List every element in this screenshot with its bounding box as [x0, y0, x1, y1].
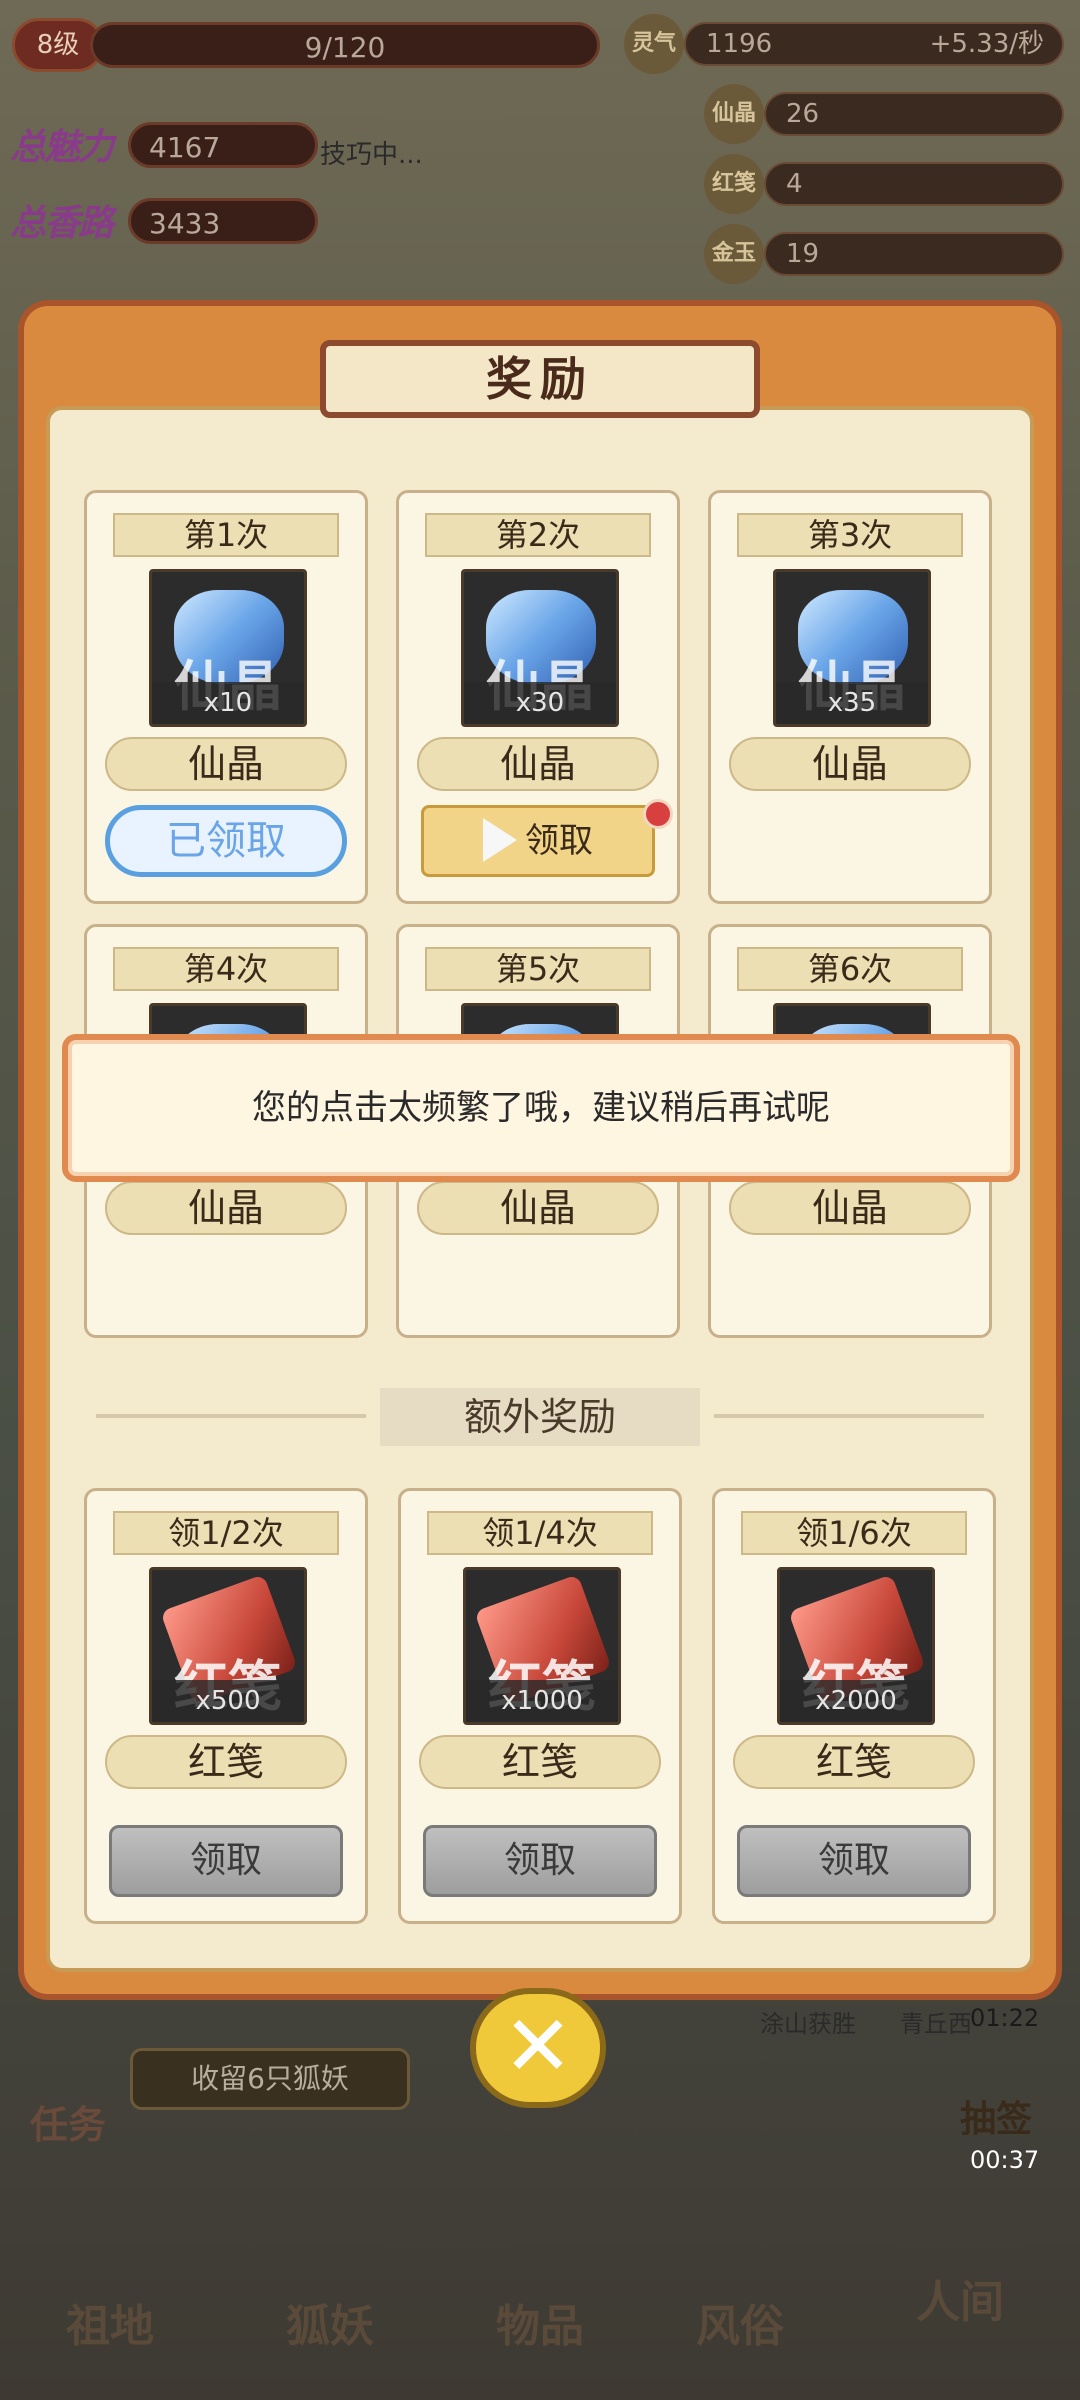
extra-claim-button[interactable]: 领取: [737, 1825, 971, 1897]
divider: [96, 1414, 366, 1418]
modal-title: 奖励: [486, 352, 594, 406]
item-name: 仙晶: [729, 1181, 971, 1235]
close-button[interactable]: ✕: [470, 1988, 606, 2108]
item-qty: x30: [464, 682, 616, 724]
xianjing-icon: 仙晶: [704, 84, 764, 144]
play-icon: [483, 817, 517, 862]
red-paper-icon: 红笺 x500: [149, 1567, 307, 1725]
extra-card-2: 领1/4次 红笺 x1000 红笺 领取: [398, 1488, 682, 1924]
reward-card-1: 第1次 仙晶 x10 仙晶 已领取: [84, 490, 368, 904]
item-name: 红笺: [733, 1735, 975, 1789]
card-header: 第1次: [113, 513, 339, 557]
card-header: 领1/4次: [427, 1511, 653, 1555]
claimed-button: 已领取: [105, 805, 347, 877]
bottom-nav: 祖地 狐妖 物品 风俗 人间: [0, 2230, 1080, 2400]
power-value: 3433: [128, 198, 318, 244]
lingqi-icon: 灵气: [624, 14, 684, 74]
red-paper-icon: 红笺 x2000: [777, 1567, 935, 1725]
nav-huyao[interactable]: 狐妖: [230, 2290, 430, 2354]
close-icon: ✕: [502, 1997, 574, 2095]
gem-icon: 仙晶 x10: [149, 569, 307, 727]
nav-zudi[interactable]: 祖地: [10, 2290, 210, 2354]
extra-claim-button[interactable]: 领取: [423, 1825, 657, 1897]
hongjian-value: 4: [764, 162, 1064, 206]
xianjing-value: 26: [764, 92, 1064, 136]
card-header: 第6次: [737, 947, 963, 991]
item-qty: x10: [152, 682, 304, 724]
timer-1: 01:22: [970, 2004, 1040, 2032]
item-name: 仙晶: [729, 737, 971, 791]
tag-1: 涂山获胜: [760, 2010, 856, 2038]
item-name: 仙晶: [105, 737, 347, 791]
jinyu-value: 19: [764, 232, 1064, 276]
card-header: 领1/6次: [741, 1511, 967, 1555]
hongjian-icon: 红笺: [704, 154, 764, 214]
resource-jinyu: 金玉 19: [704, 224, 1064, 284]
resource-hongjian: 红笺 4: [704, 154, 1064, 214]
timer-2: 00:37: [970, 2146, 1040, 2174]
item-name: 仙晶: [105, 1181, 347, 1235]
nav-fengsu[interactable]: 风俗: [640, 2290, 840, 2354]
extra-claim-button[interactable]: 领取: [109, 1825, 343, 1897]
gem-icon: 仙晶 x30: [461, 569, 619, 727]
charm-value: 4167: [128, 122, 318, 168]
red-paper-icon: 红笺 x1000: [463, 1567, 621, 1725]
lingqi-rate: +5.33/秒: [929, 29, 1044, 59]
nav-renjian[interactable]: 人间: [860, 2266, 1060, 2330]
claim-button[interactable]: 领取: [421, 805, 655, 877]
lingqi-value: 1196: [706, 29, 773, 59]
item-qty: x35: [776, 682, 928, 724]
reward-card-3: 第3次 仙晶 x35 仙晶: [708, 490, 992, 904]
notification-dot: [643, 799, 673, 829]
extra-reward-title: 额外奖励: [380, 1388, 700, 1446]
item-qty: x2000: [780, 1680, 932, 1722]
resource-lingqi: 灵气 1196 +5.33/秒: [624, 14, 1064, 74]
extra-card-1: 领1/2次 红笺 x500 红笺 领取: [84, 1488, 368, 1924]
task-icon-label[interactable]: 任务: [30, 2094, 106, 2149]
item-qty: x1000: [466, 1680, 618, 1722]
gem-icon: 仙晶 x35: [773, 569, 931, 727]
extra-card-3: 领1/6次 红笺 x2000 红笺 领取: [712, 1488, 996, 1924]
card-header: 领1/2次: [113, 1511, 339, 1555]
reward-card-2: 第2次 仙晶 x30 仙晶 领取: [396, 490, 680, 904]
charm-label: 总魅力: [10, 127, 114, 168]
modal-title-plate: 奖励: [320, 340, 760, 418]
item-name: 红笺: [419, 1735, 661, 1789]
jinyu-icon: 金玉: [704, 224, 764, 284]
power-label: 总香路: [10, 203, 114, 244]
resource-xianjing: 仙晶 26: [704, 84, 1064, 144]
tag-2: 青丘西: [900, 2010, 972, 2038]
nav-wupin[interactable]: 物品: [440, 2290, 640, 2354]
charm-status: 技巧中...: [320, 140, 423, 170]
xp-bar: 9/120: [90, 22, 600, 68]
divider: [714, 1414, 984, 1418]
toast-message: 您的点击太频繁了哦，建议稍后再试呢: [62, 1034, 1020, 1182]
card-header: 第3次: [737, 513, 963, 557]
item-name: 仙晶: [417, 737, 659, 791]
card-header: 第4次: [113, 947, 339, 991]
lottery-label[interactable]: 抽签: [960, 2090, 1032, 2142]
item-name: 红笺: [105, 1735, 347, 1789]
item-qty: x500: [152, 1680, 304, 1722]
card-header: 第5次: [425, 947, 651, 991]
task-progress[interactable]: 收留6只狐妖: [130, 2048, 410, 2110]
item-name: 仙晶: [417, 1181, 659, 1235]
card-header: 第2次: [425, 513, 651, 557]
